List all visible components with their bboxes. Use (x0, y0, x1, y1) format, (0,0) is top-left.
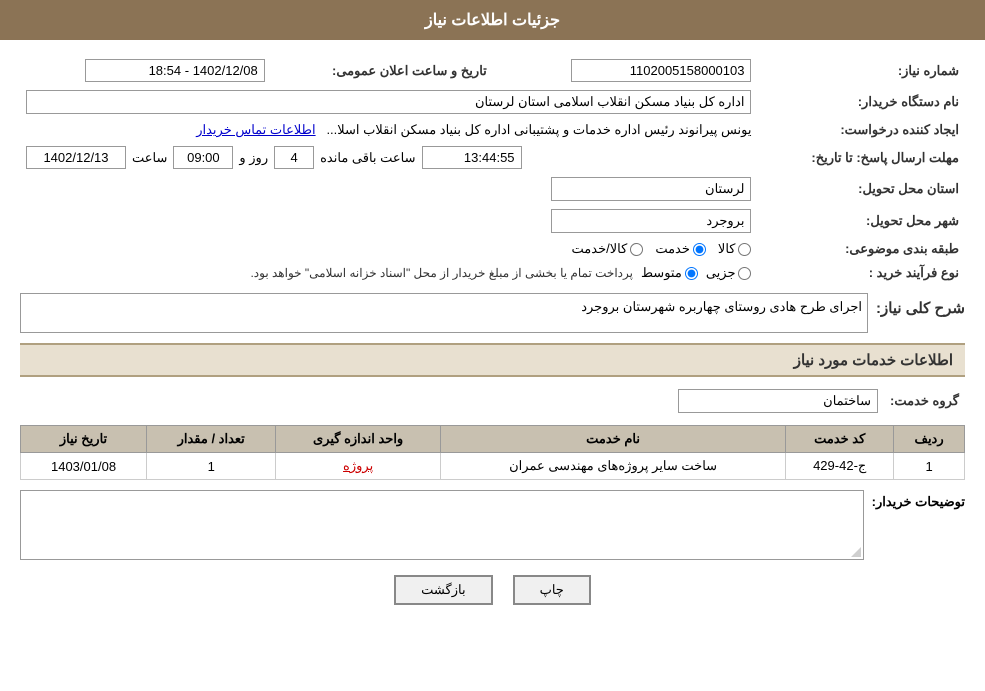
radio-mottavaset[interactable] (685, 267, 698, 280)
services-table: ردیف کد خدمت نام خدمت واحد اندازه گیری ت… (20, 425, 965, 480)
table-header-row: ردیف کد خدمت نام خدمت واحد اندازه گیری ت… (21, 426, 965, 453)
radio-kala-khedmat-label: کالا/خدمت (572, 241, 628, 257)
page-title: جزئیات اطلاعات نیاز (425, 12, 560, 29)
buyer-org-input: اداره کل بنیاد مسکن انقلاب اسلامی استان … (26, 90, 751, 114)
need-number-label: شماره نیاز: (757, 55, 965, 86)
col-unit: واحد اندازه گیری (276, 426, 441, 453)
col-service-name: نام خدمت (440, 426, 785, 453)
process-note-text: پرداخت تمام یا بخشی از مبلغ خریدار از مح… (250, 266, 633, 280)
col-service-code: کد خدمت (786, 426, 894, 453)
main-content: شماره نیاز: 1102005158000103 تاریخ و ساع… (0, 40, 985, 640)
need-number-input: 1102005158000103 (571, 59, 751, 82)
city-value: بروجرد (20, 205, 757, 237)
page-wrapper: جزئیات اطلاعات نیاز شماره نیاز: 11020051… (0, 0, 985, 691)
service-group-label: گروه خدمت: (884, 385, 965, 417)
button-row: چاپ بازگشت (20, 575, 965, 625)
page-header: جزئیات اطلاعات نیاز (0, 0, 985, 40)
process-radio-mottavaset[interactable]: متوسط (641, 265, 698, 281)
cell-service-code: ج-42-429 (786, 453, 894, 480)
table-row: 1 ج-42-429 ساخت سایر پروژه‌های مهندسی عم… (21, 453, 965, 480)
table-row: نام دستگاه خریدار: اداره کل بنیاد مسکن ا… (20, 86, 965, 118)
buyer-desc-box (20, 490, 864, 560)
col-date: تاریخ نیاز (21, 426, 147, 453)
deadline-remaining-input: 13:44:55 (422, 146, 522, 169)
buyer-desc-section: توضیحات خریدار: (20, 490, 965, 560)
deadline-label: مهلت ارسال پاسخ: تا تاریخ: (757, 142, 965, 173)
creator-label: ایجاد کننده درخواست: (757, 118, 965, 142)
announcement-input: 1402/12/08 - 18:54 (85, 59, 265, 82)
creator-text: یونس پیرانوند رئیس اداره خدمات و پشتیبان… (326, 122, 751, 137)
back-button[interactable]: بازگشت (394, 575, 492, 605)
table-row: ایجاد کننده درخواست: یونس پیرانوند رئیس … (20, 118, 965, 142)
time-label: ساعت (132, 150, 167, 166)
category-options: کالا خدمت کالا/خدمت (20, 237, 757, 261)
buyer-desc-area (20, 490, 864, 560)
radio-khedmat-label: خدمت (655, 241, 690, 257)
buyer-desc-label: توضیحات خریدار: (872, 490, 965, 510)
overall-need-value: اجرای طرح هادی روستای چهاربره شهرستان بر… (20, 293, 868, 333)
table-row: مهلت ارسال پاسخ: تا تاریخ: 13:44:55 ساعت… (20, 142, 965, 173)
service-group-input: ساختمان (678, 389, 878, 413)
resize-handle-icon (851, 547, 861, 557)
city-label: شهر محل تحویل: (757, 205, 965, 237)
buyer-org-value: اداره کل بنیاد مسکن انقلاب اسلامی استان … (20, 86, 757, 118)
category-radio-khedmat[interactable]: خدمت (655, 241, 706, 257)
col-row-num: ردیف (894, 426, 965, 453)
announcement-value: 1402/12/08 - 18:54 (20, 55, 271, 86)
table-row: گروه خدمت: ساختمان (20, 385, 965, 417)
category-label: طبقه بندی موضوعی: (757, 237, 965, 261)
radio-jozi[interactable] (738, 267, 751, 280)
deadline-time-input: 09:00 (173, 146, 233, 169)
radio-khedmat[interactable] (693, 243, 706, 256)
radio-kala-label: کالا (718, 241, 736, 257)
deadline-date-input: 1402/12/13 (26, 146, 126, 169)
info-table: شماره نیاز: 1102005158000103 تاریخ و ساع… (20, 55, 965, 285)
cell-unit[interactable]: پروژه (276, 453, 441, 480)
col-quantity: تعداد / مقدار (147, 426, 276, 453)
need-number-value: 1102005158000103 (507, 55, 758, 86)
table-row: طبقه بندی موضوعی: کالا خدمت (20, 237, 965, 261)
table-row: استان محل تحویل: لرستان (20, 173, 965, 205)
table-row: شماره نیاز: 1102005158000103 تاریخ و ساع… (20, 55, 965, 86)
radio-jozi-label: جزیی (706, 265, 736, 281)
days-label: روز و (239, 150, 268, 166)
creator-contact-link[interactable]: اطلاعات تماس خریدار (196, 122, 315, 137)
deadline-value: 13:44:55 ساعت باقی مانده 4 روز و 09:00 س… (20, 142, 757, 173)
buyer-org-label: نام دستگاه خریدار: (757, 86, 965, 118)
province-label: استان محل تحویل: (757, 173, 965, 205)
radio-mottavaset-label: متوسط (641, 265, 682, 281)
overall-need-label: شرح کلی نیاز: (876, 293, 965, 323)
category-radio-kala-khedmat[interactable]: کالا/خدمت (572, 241, 644, 257)
category-radio-kala[interactable]: کالا (718, 241, 752, 257)
announcement-label: تاریخ و ساعت اعلان عمومی: (271, 55, 507, 86)
radio-kala-khedmat[interactable] (630, 243, 643, 256)
print-button[interactable]: چاپ (513, 575, 591, 605)
service-group-value: ساختمان (20, 385, 884, 417)
table-row: نوع فرآیند خرید : جزیی متوسط پرداخت تمام… (20, 261, 965, 285)
cell-service-name: ساخت سایر پروژه‌های مهندسی عمران (440, 453, 785, 480)
creator-value: یونس پیرانوند رئیس اداره خدمات و پشتیبان… (20, 118, 757, 142)
province-input: لرستان (551, 177, 751, 201)
city-input: بروجرد (551, 209, 751, 233)
service-group-table: گروه خدمت: ساختمان (20, 385, 965, 417)
province-value: لرستان (20, 173, 757, 205)
radio-kala[interactable] (738, 243, 751, 256)
process-type-value: جزیی متوسط پرداخت تمام یا بخشی از مبلغ خ… (20, 261, 757, 285)
cell-row-num: 1 (894, 453, 965, 480)
process-type-label: نوع فرآیند خرید : (757, 261, 965, 285)
table-row: شهر محل تحویل: بروجرد (20, 205, 965, 237)
remaining-label: ساعت باقی مانده (320, 150, 415, 166)
process-radio-jozi[interactable]: جزیی (706, 265, 752, 281)
cell-quantity: 1 (147, 453, 276, 480)
deadline-days-input: 4 (274, 146, 314, 169)
overall-need-section: شرح کلی نیاز: اجرای طرح هادی روستای چهار… (20, 293, 965, 333)
services-section-title: اطلاعات خدمات مورد نیاز (20, 343, 965, 377)
cell-date: 1403/01/08 (21, 453, 147, 480)
